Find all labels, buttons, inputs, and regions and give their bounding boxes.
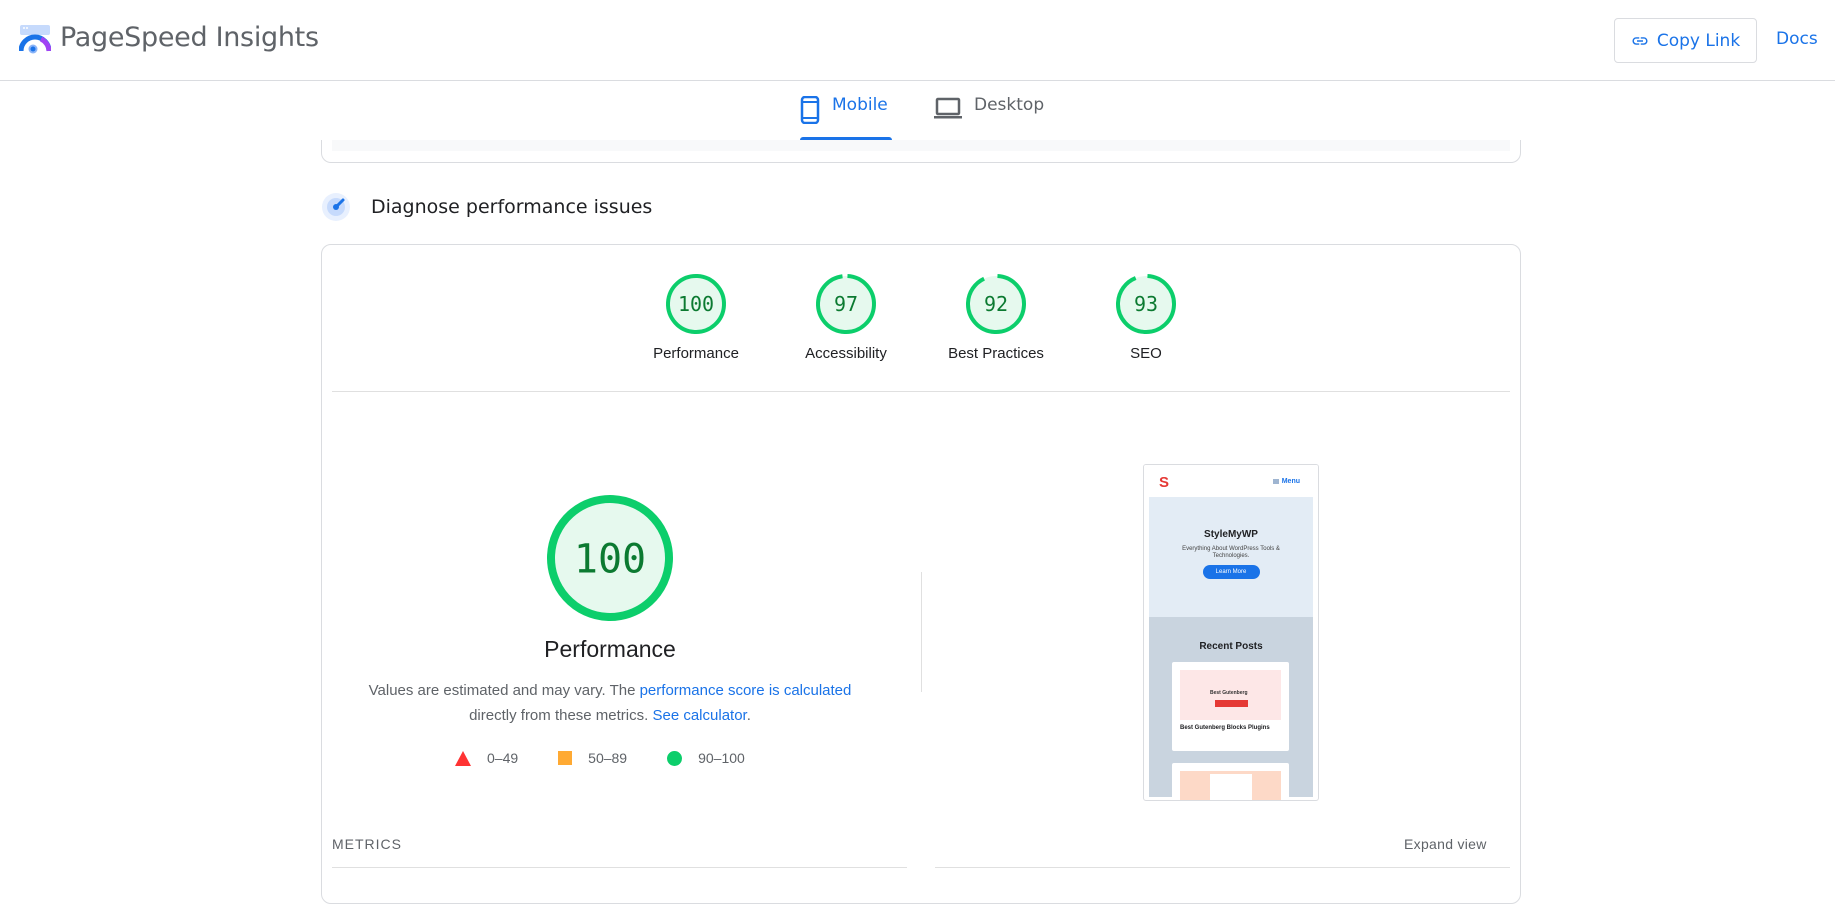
screenshot-post-image: Best Gutenberg [1180,670,1281,720]
metrics-heading: METRICS [332,836,402,852]
screenshot-post-image-text: Best Gutenberg [1210,690,1248,696]
performance-description: Values are estimated and may vary. The p… [330,678,890,728]
active-tab-indicator [800,137,892,140]
performance-title: Performance [544,636,676,662]
score-gauge-performance[interactable]: 100 Performance [626,273,766,362]
score-gauge-best-practices[interactable]: 92 Best Practices [926,273,1066,362]
score-legend: 0–49 50–89 90–100 [455,750,785,766]
legend-range: 90–100 [698,750,745,766]
top-app-bar: PageSpeed Insights Copy Link Docs [0,0,1835,81]
legend-item-fail: 0–49 [455,750,518,766]
tab-desktop-label: Desktop [974,95,1045,115]
score-gauge-accessibility[interactable]: 97 Accessibility [776,273,916,362]
screenshot-logo: S [1159,474,1170,491]
final-screenshot: S Menu StyleMyWP Everything About WordPr… [1143,464,1319,801]
vertical-divider [921,572,922,692]
radar-icon [322,193,350,221]
gauge-score-value: 100 [678,292,714,316]
performance-score-gauge: 100 [547,495,673,621]
gauge-ring: 93 [1116,274,1176,334]
app-title: PageSpeed Insights [60,22,319,53]
triangle-icon [455,750,471,766]
circle-icon [667,750,683,766]
screenshot-hero-button: Learn More [1202,565,1260,579]
screenshot-hero-subtitle: Everything About WordPress Tools & Techn… [1182,546,1280,559]
score-label: SEO [1130,345,1162,362]
expand-view-button[interactable]: Expand view [1404,836,1487,852]
copy-link-label: Copy Link [1656,30,1741,51]
legend-item-pass: 90–100 [667,750,745,766]
gauge-score-value: 92 [984,292,1008,316]
score-label: Performance [653,345,739,362]
screenshot-post-image-bar [1215,700,1248,707]
pagespeed-logo-icon [19,25,51,54]
docs-link[interactable]: Docs [1776,29,1818,49]
device-tabs-bar [0,81,1835,140]
link-icon [1632,36,1648,45]
laptop-icon [934,97,962,119]
tab-mobile-label: Mobile [832,95,888,115]
legend-range: 50–89 [588,750,628,766]
description-text: Values are estimated and may vary. The [368,682,640,699]
gauge-ring: 92 [966,274,1026,334]
screenshot-recent-title: Recent Posts [1199,641,1263,652]
legend-range: 0–49 [487,750,519,766]
screenshot-post-card [1172,763,1289,800]
screenshot-menu-label: Menu [1281,478,1300,485]
description-text: directly from these metrics. [469,707,653,724]
score-label: Accessibility [805,345,887,362]
screenshot-hero: StyleMyWP Everything About WordPress Too… [1149,497,1313,617]
screenshot-menu: Menu [1272,478,1300,485]
legend-item-average: 50–89 [558,750,627,766]
screenshot-post-image [1180,771,1281,800]
gauge-ring: 100 [666,274,726,334]
screenshot-post-card: Best Gutenberg Best Gutenberg Blocks Plu… [1172,662,1289,751]
see-calculator-link[interactable]: See calculator [652,707,746,724]
gauge-score-value: 100 [574,536,646,582]
screenshot-hero-title: StyleMyWP [1204,529,1258,540]
gauge-score-value: 97 [834,292,858,316]
smartphone-icon [800,96,820,124]
tab-mobile[interactable]: Mobile [800,95,892,139]
section-title: Diagnose performance issues [371,196,653,218]
performance-score-link[interactable]: performance score is calculated [640,682,852,699]
score-gauge-seo[interactable]: 93 SEO [1076,273,1216,362]
screenshot-recent-posts: Recent Posts Best Gutenberg Best Gutenbe… [1149,617,1313,800]
previous-section-strip [332,140,1510,151]
gauge-ring: 97 [816,274,876,334]
gauge-score-value: 93 [1134,292,1158,316]
menu-icon [1272,479,1279,484]
tab-desktop[interactable]: Desktop [934,95,1044,139]
screenshot-nav: S Menu [1144,465,1318,497]
copy-link-button[interactable]: Copy Link [1614,18,1757,63]
metrics-divider [332,867,907,868]
description-text: . [746,707,751,724]
square-icon [558,751,573,765]
screenshot-post-title: Best Gutenberg Blocks Plugins [1180,725,1270,731]
score-label: Best Practices [948,345,1044,362]
scores-divider [332,391,1510,392]
metrics-divider [935,867,1510,868]
